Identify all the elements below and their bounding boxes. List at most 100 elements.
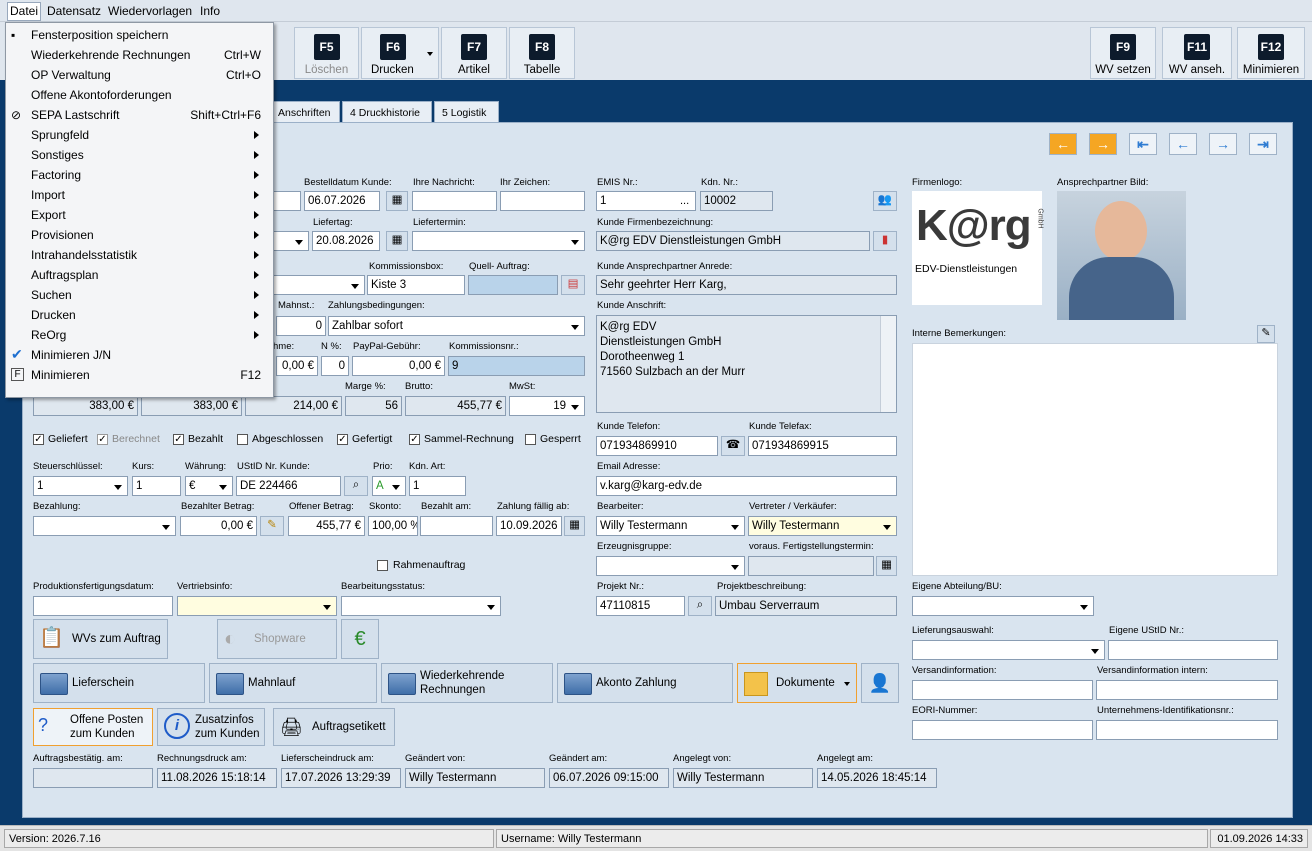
calendar-icon[interactable]: ▦	[386, 191, 408, 211]
due-date-field[interactable]: 10.09.2026	[496, 516, 562, 536]
payment-select[interactable]	[33, 516, 176, 536]
menu-item-op-management[interactable]: OP Verwaltung Ctrl+O	[6, 65, 273, 85]
delivered-checkbox[interactable]: ✓	[33, 434, 44, 445]
calculator-icon[interactable]: ▤	[561, 275, 585, 295]
deposit-payment-button[interactable]: Akonto Zahlung	[557, 663, 733, 703]
payment-note-icon[interactable]: ✎	[260, 516, 284, 536]
menu-item-open-deposits[interactable]: Offene Akontoforderungen	[6, 85, 273, 105]
table-button[interactable]: F8 Tabelle	[509, 27, 575, 79]
due-calendar-icon[interactable]: ▦	[564, 516, 585, 536]
menu-item-order-plan[interactable]: Auftragsplan	[6, 265, 273, 285]
menu-item-export[interactable]: Export	[6, 205, 273, 225]
menu-item-recurring-invoices[interactable]: Wiederkehrende Rechnungen Ctrl+W	[6, 45, 273, 65]
first-record-icon[interactable]: ←	[1049, 133, 1077, 155]
article-button[interactable]: F7 Artikel	[441, 27, 507, 79]
menu-item-commissions[interactable]: Provisionen	[6, 225, 273, 245]
priority-select[interactable]: A	[372, 476, 406, 496]
menu-item-print[interactable]: Drucken	[6, 305, 273, 325]
paid-on-field[interactable]	[420, 516, 493, 536]
vat-id-field[interactable]: DE 224466	[236, 476, 341, 496]
menu-item-import[interactable]: Import	[6, 185, 273, 205]
fax-field[interactable]: 071934869915	[748, 436, 897, 456]
handler-select[interactable]: Willy Testermann	[596, 516, 745, 536]
tab-anschriften[interactable]: Anschriften	[270, 101, 340, 123]
sales-rep-select[interactable]: Willy Testermann	[748, 516, 897, 536]
menu-item-factoring[interactable]: Factoring	[6, 165, 273, 185]
rate-field[interactable]: 1	[132, 476, 181, 496]
internal-notes-field[interactable]	[912, 343, 1278, 576]
frame-order-checkbox[interactable]	[377, 560, 388, 571]
tab-logistik[interactable]: 5 Logistik	[434, 101, 499, 123]
menu-info[interactable]: Info	[200, 4, 220, 18]
intake-field[interactable]: 0,00 €	[276, 356, 318, 376]
additional-info-button[interactable]: i Zusatzinfos zum Kunden	[157, 708, 265, 746]
own-vat-id-field[interactable]	[1108, 640, 1278, 660]
dunning-button[interactable]: Mahnlauf	[209, 663, 377, 703]
minimize-button[interactable]: F12 Minimieren	[1237, 27, 1305, 79]
wv-view-button[interactable]: F11 WV anseh.	[1162, 27, 1232, 79]
product-group-select[interactable]	[596, 556, 745, 576]
wv-set-button[interactable]: F9 WV setzen	[1090, 27, 1156, 79]
wv-order-button[interactable]: 📋 WVs zum Auftrag	[33, 619, 168, 659]
delivery-note-button[interactable]: Lieferschein	[33, 663, 205, 703]
tab-druckhistorie[interactable]: 4 Druckhistorie	[342, 101, 432, 123]
paypal-fee-field[interactable]: 0,00 €	[352, 356, 445, 376]
menu-item-intrastat[interactable]: Intrahandelsstatistik	[6, 245, 273, 265]
open-items-button[interactable]: ? Offene Posten zum Kunden	[33, 708, 153, 746]
field-select-2[interactable]	[273, 275, 365, 295]
phone-icon[interactable]: ☎	[721, 436, 745, 456]
department-select[interactable]	[912, 596, 1094, 616]
delivery-choice-select[interactable]	[912, 640, 1105, 660]
menu-datei[interactable]: Datei	[7, 2, 42, 21]
production-date-field[interactable]	[33, 596, 173, 616]
recurring-invoices-button[interactable]: Wiederkehrende Rechnungen	[381, 663, 553, 703]
prev-record-icon[interactable]: →	[1089, 133, 1117, 155]
field-select-1[interactable]	[273, 231, 309, 251]
paid-amount-field[interactable]: 0,00 €	[180, 516, 257, 536]
manufactured-checkbox[interactable]: ✓	[337, 434, 348, 445]
processing-status-select[interactable]	[341, 596, 501, 616]
back-icon[interactable]: ←	[1169, 133, 1197, 155]
chart-icon[interactable]: ▮	[873, 231, 897, 251]
forward-icon[interactable]: →	[1209, 133, 1237, 155]
email-field[interactable]: v.karg@karg-edv.de	[596, 476, 897, 496]
sales-info-select[interactable]	[177, 596, 337, 616]
shipping-info-field[interactable]	[912, 680, 1093, 700]
menu-item-sepa[interactable]: ⊘ SEPA Lastschrift Shift+Ctrl+F6	[6, 105, 273, 125]
shopware-button[interactable]: ◐ Shopware	[217, 619, 337, 659]
tax-key-select[interactable]: 1	[33, 476, 128, 496]
menu-item-minimize-toggle[interactable]: ✔ Minimieren J/N	[6, 345, 273, 365]
n-percent-field[interactable]: 0	[321, 356, 349, 376]
collective-invoice-checkbox[interactable]: ✓	[409, 434, 420, 445]
order-label-button[interactable]: 🖨 Auftragsetikett	[273, 708, 395, 746]
project-search-icon[interactable]: ⌕	[688, 596, 712, 616]
menu-item-save-window-position[interactable]: ▪ Fensterposition speichern	[6, 25, 273, 45]
completed-checkbox[interactable]	[237, 434, 248, 445]
scrollbar[interactable]	[880, 316, 896, 412]
delivery-date-select[interactable]	[412, 231, 585, 251]
more-icon[interactable]: ...	[680, 195, 689, 207]
completion-calendar-icon[interactable]: ▦	[876, 556, 897, 576]
commission-box-field[interactable]: Kiste 3	[367, 275, 465, 295]
payment-terms-select[interactable]: Zahlbar sofort	[328, 316, 585, 336]
documents-button[interactable]: Dokumente	[737, 663, 857, 703]
paid-checkbox[interactable]: ✓	[173, 434, 184, 445]
locked-checkbox[interactable]	[525, 434, 536, 445]
menu-item-misc[interactable]: Sonstiges	[6, 145, 273, 165]
project-no-field[interactable]: 47110815	[596, 596, 685, 616]
open-amount-field[interactable]: 455,77 €	[288, 516, 365, 536]
search-icon[interactable]: ⌕	[344, 476, 368, 496]
money-icon[interactable]: €	[341, 619, 379, 659]
order-date-field[interactable]: 06.07.2026	[304, 191, 380, 211]
menu-item-reorg[interactable]: ReOrg	[6, 325, 273, 345]
reference-field[interactable]	[500, 191, 585, 211]
menu-item-jump-field[interactable]: Sprungfeld	[6, 125, 273, 145]
menu-datensatz[interactable]: Datensatz	[47, 4, 101, 18]
commission-no-field[interactable]: 9	[448, 356, 585, 376]
goto-first-icon[interactable]: ⇤	[1129, 133, 1157, 155]
menu-item-minimize[interactable]: F Minimieren F12	[6, 365, 273, 385]
discount-field[interactable]: 100,00 %	[368, 516, 418, 536]
menu-item-search[interactable]: Suchen	[6, 285, 273, 305]
vat-select[interactable]: 19	[509, 396, 585, 416]
print-button[interactable]: F6 Drucken	[361, 27, 439, 79]
